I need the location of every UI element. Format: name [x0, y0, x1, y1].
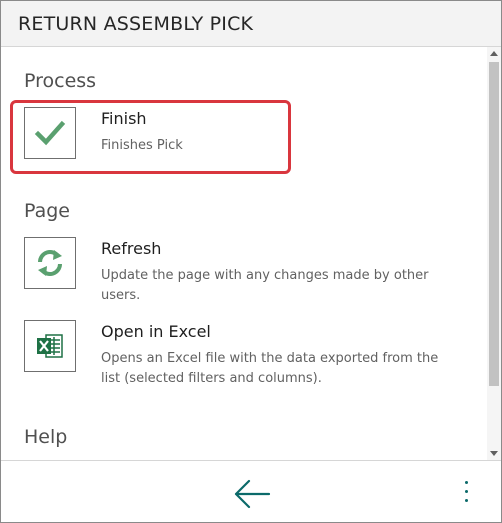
refresh-icon	[24, 237, 76, 289]
scroll-down-arrow-icon[interactable]	[490, 451, 498, 456]
scroll-up-arrow-icon[interactable]	[490, 51, 498, 56]
action-label-open-in-excel: Open in Excel	[101, 322, 211, 341]
more-options-icon[interactable]	[457, 481, 475, 509]
back-arrow-icon[interactable]	[231, 477, 273, 511]
excel-icon	[24, 320, 76, 372]
section-title-page: Page	[24, 200, 70, 222]
panel-content: Process Finish Finishes Pick Page Refres…	[1, 47, 487, 460]
action-refresh[interactable]: Refresh Update the page with any changes…	[24, 237, 464, 307]
vertical-scrollbar[interactable]	[487, 47, 501, 460]
panel-header: RETURN ASSEMBLY PICK	[1, 1, 501, 47]
panel-title: RETURN ASSEMBLY PICK	[18, 13, 254, 35]
action-panel-window: RETURN ASSEMBLY PICK Process Finish Fini…	[0, 0, 502, 523]
scroll-thumb[interactable]	[489, 62, 499, 386]
section-title-help: Help	[24, 426, 68, 448]
action-open-in-excel[interactable]: Open in Excel Opens an Excel file with t…	[24, 320, 464, 390]
section-title-process: Process	[24, 70, 97, 92]
highlight-box	[10, 100, 291, 174]
action-label-refresh: Refresh	[101, 239, 162, 258]
panel-footer	[1, 460, 501, 522]
action-desc-open-in-excel: Opens an Excel file with the data export…	[101, 351, 439, 386]
action-desc-refresh: Update the page with any changes made by…	[101, 268, 429, 303]
